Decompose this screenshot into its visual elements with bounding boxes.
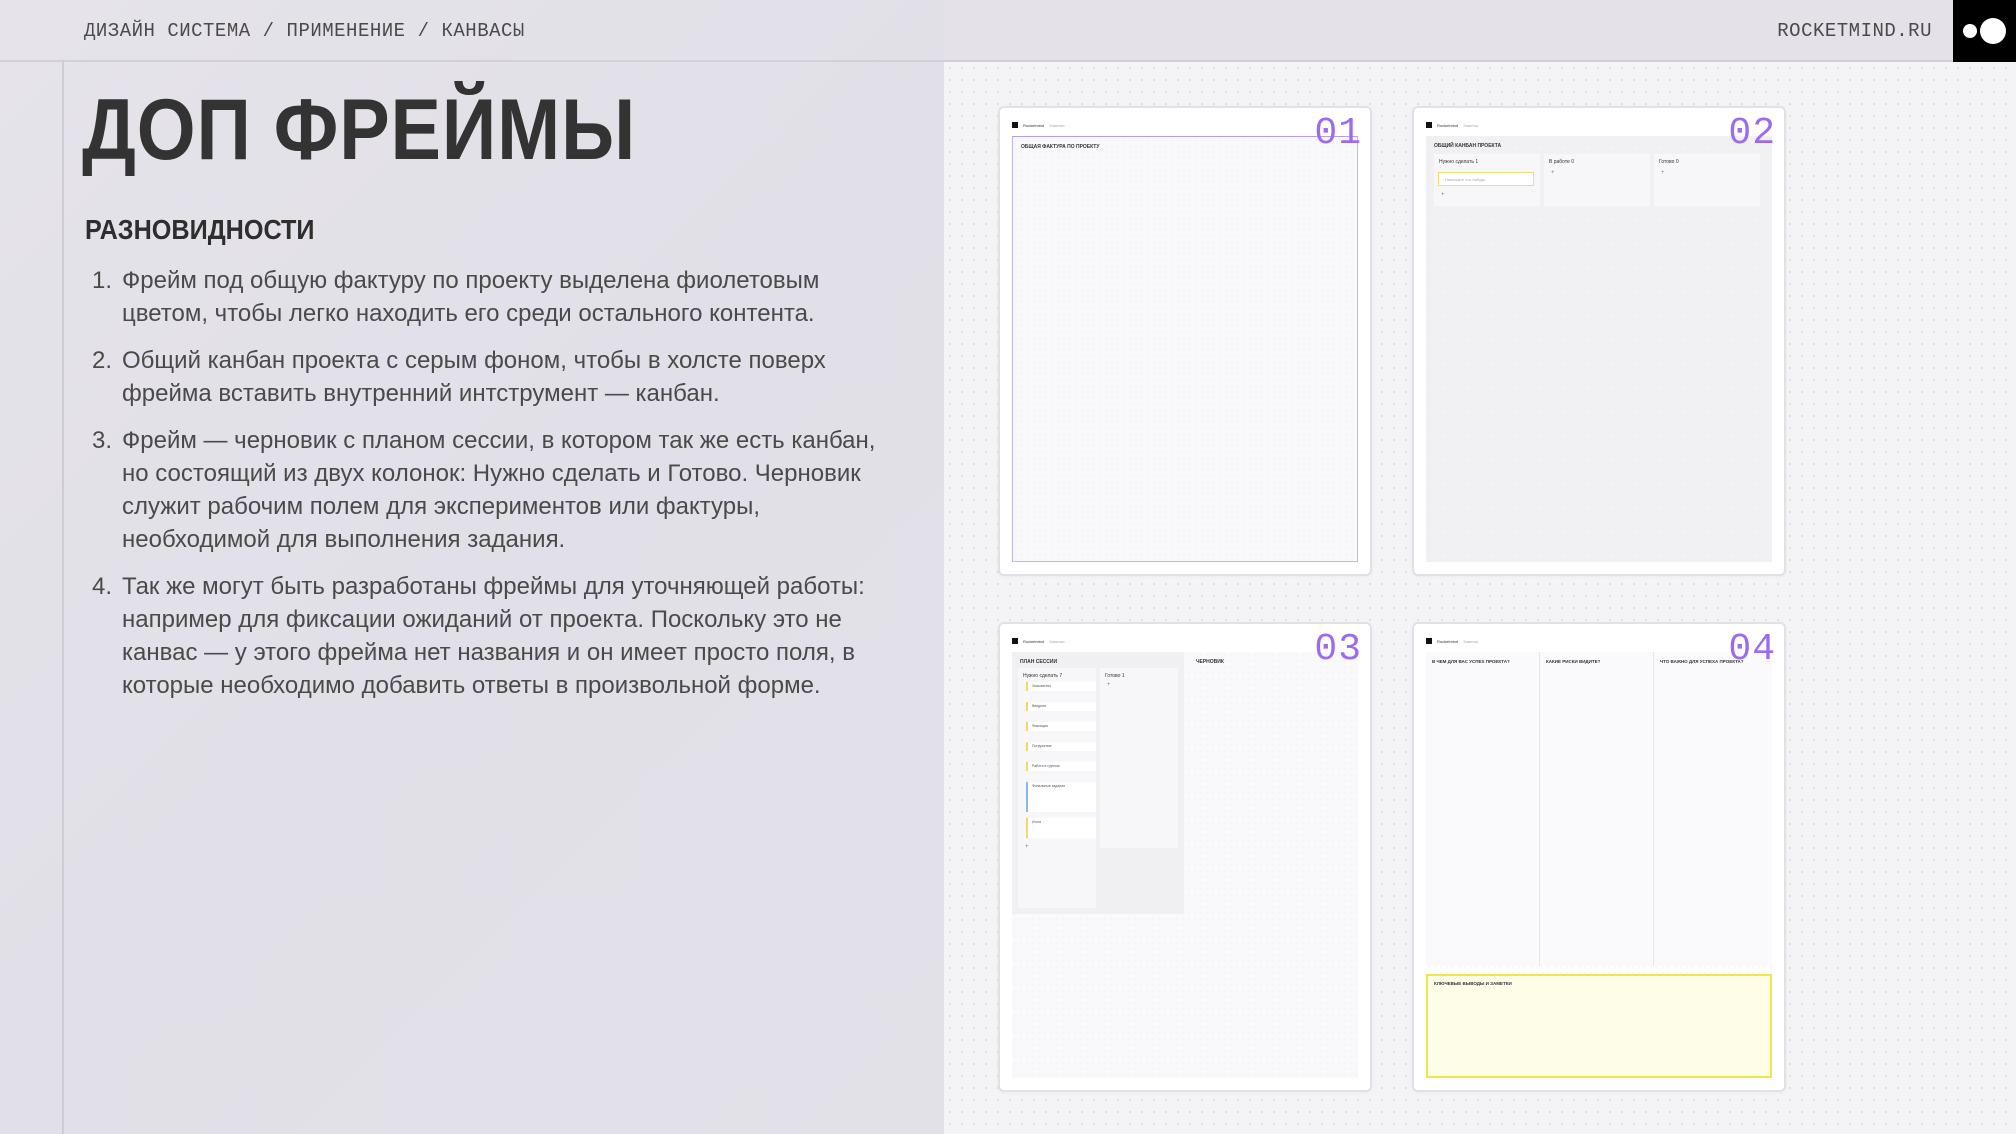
- list-item-text: Так же могут быть разработаны фреймы для…: [122, 573, 865, 699]
- kanban-column-in-progress: В работе 0 +: [1544, 154, 1650, 206]
- breadcrumb-separator: /: [262, 20, 275, 42]
- add-card-button[interactable]: +: [1551, 170, 1555, 176]
- logo-icon: [1426, 638, 1432, 644]
- frame-card-04[interactable]: Rocketmind Заметки В ЧЕМ ДЛЯ ВАС УСПЕХ П…: [1412, 622, 1786, 1092]
- brand-logo[interactable]: [1953, 0, 2016, 62]
- frame-header: Rocketmind Заметки: [1012, 638, 1064, 644]
- frame-number: 01: [1314, 112, 1362, 155]
- column-label: Нужно сделать 1: [1439, 159, 1479, 165]
- frame-label: ОБЩИЙ КАНБАН ПРОЕКТА: [1434, 143, 1502, 149]
- logo-icon: [1012, 122, 1018, 128]
- breadcrumb: ДИЗАЙН СИСТЕМА / ПРИМЕНЕНИЕ / КАНВАСЫ: [84, 20, 525, 42]
- frame-subtitle: Заметки: [1463, 122, 1479, 128]
- frame-subtitle: Заметки: [1049, 638, 1065, 644]
- question-field-risks[interactable]: КАКИЕ РИСКИ ВИДИТЕ?: [1540, 652, 1654, 966]
- frame-number: 02: [1728, 112, 1776, 155]
- draft-label: ЧЕРНОВИК: [1196, 659, 1224, 665]
- column-label: Готово 1: [1105, 673, 1125, 679]
- column-label: В работе 0: [1549, 159, 1575, 165]
- frame-number: 04: [1728, 628, 1776, 671]
- frame-canvas: В ЧЕМ ДЛЯ ВАС УСПЕХ ПРОЕКТА? КАКИЕ РИСКИ…: [1426, 652, 1772, 1078]
- page-title: ДОП ФРЕЙМЫ: [82, 82, 637, 178]
- frame-card-01[interactable]: Rocketmind Заметки ОБЩАЯ ФАКТУРА ПО ПРОЕ…: [998, 106, 1372, 576]
- frame-canvas: ОБЩИЙ КАНБАН ПРОЕКТА Нужно сделать 1 Нап…: [1426, 136, 1772, 562]
- kanban-column-done: Готово 1 +: [1100, 668, 1178, 848]
- frame-header: Rocketmind Заметки: [1426, 122, 1478, 128]
- logo-icon: [1012, 638, 1018, 644]
- breadcrumb-item-design-system[interactable]: ДИЗАЙН СИСТЕМА: [84, 20, 251, 42]
- frame-brand: Rocketmind: [1023, 638, 1045, 644]
- breadcrumb-item-application[interactable]: ПРИМЕНЕНИЕ: [287, 20, 406, 42]
- list-item-text: Общий канбан проекта с серым фоном, чтоб…: [122, 347, 826, 407]
- frame-brand: Rocketmind: [1023, 122, 1045, 128]
- top-bar: ДИЗАЙН СИСТЕМА / ПРИМЕНЕНИЕ / КАНВАСЫ RO…: [0, 0, 2016, 62]
- logo-dot-small-icon: [1963, 24, 1977, 38]
- logo-dot-large-icon: [1980, 18, 2006, 44]
- question-field-success[interactable]: В ЧЕМ ДЛЯ ВАС УСПЕХ ПРОЕКТА?: [1426, 652, 1540, 966]
- frame-header: Rocketmind Заметки: [1426, 638, 1478, 644]
- task-card[interactable]: Погружение: [1026, 742, 1096, 751]
- frame-brand: Rocketmind: [1437, 638, 1459, 644]
- task-card[interactable]: Итоги: [1026, 818, 1096, 838]
- frame-card-02[interactable]: Rocketmind Заметки ОБЩИЙ КАНБАН ПРОЕКТА …: [1412, 106, 1786, 576]
- frame-brand: Rocketmind: [1437, 122, 1459, 128]
- list-item-number: 3.: [92, 427, 113, 454]
- kanban-column-todo: Нужно сделать 1 Напишите что-нибудь +: [1434, 154, 1540, 206]
- frame-number: 03: [1314, 628, 1362, 671]
- list-item-number: 1.: [92, 267, 113, 294]
- task-card[interactable]: Финальные задания: [1026, 782, 1096, 812]
- notes-label: КЛЮЧЕВЫЕ ВЫВОДЫ И ЗАМЕТКИ: [1434, 981, 1512, 986]
- column-label: Готово 0: [1659, 159, 1679, 165]
- variants-list: 1. Фрейм под общую фактуру по проекту вы…: [88, 264, 908, 716]
- task-card[interactable]: Знакомство: [1026, 682, 1096, 691]
- list-item: 2. Общий канбан проекта с серым фоном, ч…: [88, 344, 908, 410]
- session-plan: ПЛАН СЕССИИ Нужно сделать 7 Знакомство В…: [1012, 652, 1184, 914]
- add-card-button[interactable]: +: [1107, 682, 1111, 688]
- list-item-text: Фрейм — черновик с планом сессии, в кото…: [122, 427, 876, 553]
- new-card-input[interactable]: Напишите что-нибудь: [1438, 172, 1534, 186]
- frame-card-03[interactable]: Rocketmind Заметки ПЛАН СЕССИИ Нужно сде…: [998, 622, 1372, 1092]
- section-title: РАЗНОВИДНОСТИ: [85, 214, 315, 245]
- plan-label: ПЛАН СЕССИИ: [1020, 659, 1058, 665]
- task-card[interactable]: Фиксация: [1026, 722, 1096, 731]
- question-field-important[interactable]: ЧТО ВАЖНО ДЛЯ УСПЕХА ПРОЕКТА?: [1654, 652, 1772, 966]
- list-item-number: 4.: [92, 573, 113, 600]
- add-card-button[interactable]: +: [1441, 192, 1445, 198]
- add-card-button[interactable]: +: [1025, 844, 1029, 850]
- frame-canvas: ПЛАН СЕССИИ Нужно сделать 7 Знакомство В…: [1012, 652, 1358, 1078]
- frame-subtitle: Заметки: [1049, 122, 1065, 128]
- frame-canvas: ОБЩАЯ ФАКТУРА ПО ПРОЕКТУ: [1012, 136, 1358, 562]
- frames-gallery: Rocketmind Заметки ОБЩАЯ ФАКТУРА ПО ПРОЕ…: [944, 62, 2016, 1134]
- list-item: 1. Фрейм под общую фактуру по проекту вы…: [88, 264, 908, 330]
- kanban-column-done: Готово 0 +: [1654, 154, 1760, 206]
- vertical-divider: [62, 62, 64, 1134]
- site-link[interactable]: ROCKETMIND.RU: [1777, 20, 1932, 42]
- frame-header: Rocketmind Заметки: [1012, 122, 1064, 128]
- list-item: 3. Фрейм — черновик с планом сессии, в к…: [88, 424, 908, 556]
- column-label: Нужно сделать 7: [1023, 673, 1063, 679]
- list-item-number: 2.: [92, 347, 113, 374]
- task-card[interactable]: Работа в группах: [1026, 762, 1096, 771]
- breadcrumb-item-canvases[interactable]: КАНВАСЫ: [441, 20, 524, 42]
- breadcrumb-separator: /: [417, 20, 430, 42]
- task-card[interactable]: Вводная: [1026, 702, 1096, 711]
- question-label: В ЧЕМ ДЛЯ ВАС УСПЕХ ПРОЕКТА?: [1432, 659, 1510, 664]
- add-card-button[interactable]: +: [1661, 170, 1665, 176]
- logo-icon: [1426, 122, 1432, 128]
- list-item: 4. Так же могут быть разработаны фреймы …: [88, 570, 908, 702]
- notes-field[interactable]: КЛЮЧЕВЫЕ ВЫВОДЫ И ЗАМЕТКИ: [1426, 974, 1772, 1078]
- kanban-column-todo: Нужно сделать 7 Знакомство Вводная Фикса…: [1018, 668, 1096, 908]
- frame-subtitle: Заметки: [1463, 638, 1479, 644]
- question-label: КАКИЕ РИСКИ ВИДИТЕ?: [1546, 659, 1601, 664]
- frame-label: ОБЩАЯ ФАКТУРА ПО ПРОЕКТУ: [1021, 144, 1100, 150]
- list-item-text: Фрейм под общую фактуру по проекту выдел…: [122, 267, 820, 327]
